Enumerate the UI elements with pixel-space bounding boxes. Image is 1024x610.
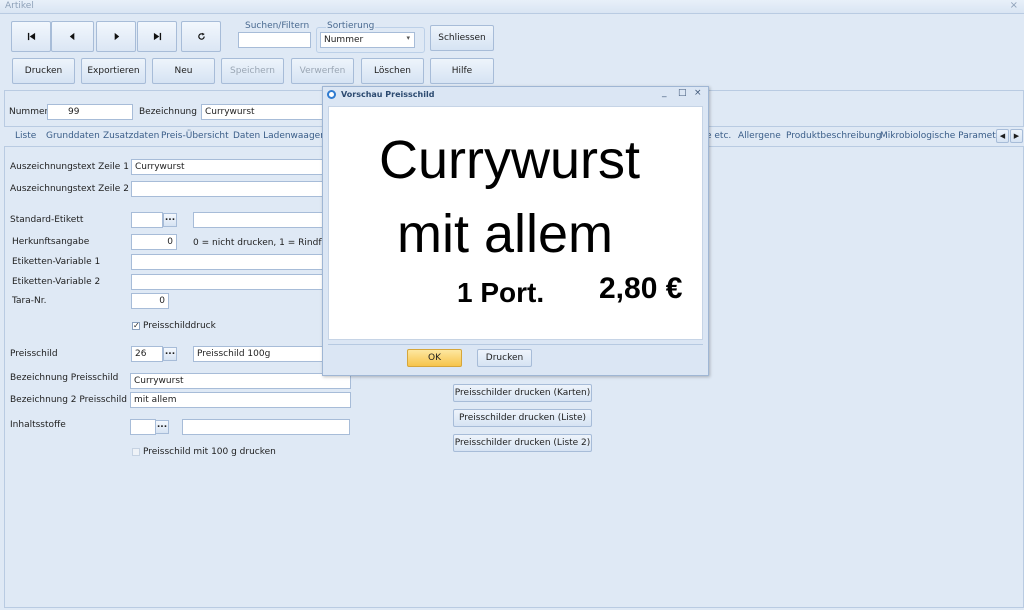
export-button[interactable]: Exportieren	[81, 58, 146, 84]
tab-zusatzdaten[interactable]: Zusatzdaten	[103, 131, 159, 141]
number-field[interactable]: 99	[47, 104, 133, 120]
line1-label: Auszeichnungstext Zeile 1	[10, 162, 129, 172]
sort-select[interactable]: Nummer ▾	[320, 32, 415, 48]
line1-field[interactable]: Currywurst	[131, 159, 326, 175]
tabs-scroll-right-button[interactable]: ▶	[1010, 129, 1023, 143]
desc2-tag-field[interactable]: mit allem	[130, 392, 351, 408]
delete-button[interactable]: Löschen	[361, 58, 424, 84]
price-tag-preview-dialog: Vorschau Preisschild _ □ × Currywurst mi…	[322, 86, 709, 376]
variable2-label: Etiketten-Variable 2	[12, 277, 101, 287]
number-field-value: 99	[68, 107, 80, 117]
variable1-field[interactable]	[131, 254, 326, 270]
window-close-icon[interactable]: ×	[1010, 0, 1018, 11]
chevron-right-icon: ▶	[1013, 132, 1020, 140]
ingredients-field[interactable]	[130, 419, 156, 435]
dialog-title: Vorschau Preisschild	[341, 90, 435, 99]
next-record-button[interactable]	[96, 21, 136, 52]
origin-label: Herkunftsangabe	[12, 237, 90, 247]
ok-button[interactable]: OK	[407, 349, 462, 367]
chevron-down-icon: ▾	[406, 34, 410, 42]
tara-field[interactable]: 0	[131, 293, 169, 309]
price-tag-print-checkbox[interactable]: ✓	[132, 322, 140, 330]
print-button[interactable]: Drucken	[12, 58, 75, 84]
desc-tag-label: Bezeichnung Preisschild	[10, 373, 119, 383]
price-tag-label: Preisschild	[10, 349, 58, 359]
price-tag-name-field[interactable]: Preisschild 100g	[193, 346, 326, 362]
refresh-icon	[197, 32, 205, 40]
help-button[interactable]: Hilfe	[430, 58, 494, 84]
prev-record-button[interactable]	[51, 21, 94, 52]
ingredients-label: Inhaltsstoffe	[10, 420, 66, 430]
search-label: Suchen/Filtern	[245, 21, 310, 31]
price-tag-browse-button[interactable]: ...	[163, 347, 177, 361]
standard-label-browse-button[interactable]: ...	[163, 213, 177, 227]
first-icon	[27, 32, 35, 41]
tab-daten-ladenwaagen[interactable]: Daten Ladenwaagen	[233, 131, 326, 141]
desc2-tag-label: Bezeichnung 2 Preisschild	[10, 395, 127, 405]
refresh-button[interactable]	[181, 21, 221, 52]
standard-label-field[interactable]	[131, 212, 163, 228]
variable2-field[interactable]	[131, 274, 326, 290]
close-button[interactable]: Schliessen	[430, 25, 494, 51]
line2-field[interactable]	[131, 181, 326, 197]
tara-label: Tara-Nr.	[12, 296, 47, 306]
origin-field[interactable]: 0	[131, 234, 177, 250]
prev-icon	[69, 32, 75, 41]
tab-produktbeschreibung[interactable]: Produktbeschreibung	[786, 131, 881, 141]
number-label: Nummer	[9, 107, 49, 117]
price-tag-preview: Currywurst mit allem 1 Port. 2,80 €	[328, 106, 703, 340]
tab-grunddaten[interactable]: Grunddaten	[46, 131, 100, 141]
first-record-button[interactable]	[11, 21, 51, 52]
ingredients-name-field[interactable]	[182, 419, 350, 435]
sort-label: Sortierung	[326, 21, 376, 31]
price-tag-print-label: Preisschilddruck	[143, 321, 216, 331]
new-button[interactable]: Neu	[152, 58, 215, 84]
preview-price: 2,80 €	[599, 272, 683, 305]
sort-select-value: Nummer	[324, 35, 364, 45]
standard-label-label: Standard-Etikett	[10, 215, 84, 225]
print-100g-checkbox[interactable]	[132, 448, 140, 456]
description-field[interactable]: Currywurst	[201, 104, 326, 120]
desc-tag-field[interactable]: Currywurst	[130, 373, 351, 389]
save-button[interactable]: Speichern	[221, 58, 284, 84]
tabs-scroll-left-button[interactable]: ◀	[996, 129, 1009, 143]
minimize-icon[interactable]: _	[662, 88, 667, 98]
line2-label: Auszeichnungstext Zeile 2	[10, 184, 129, 194]
dialog-print-button[interactable]: Drucken	[477, 349, 532, 367]
print-list-button[interactable]: Preisschilder drucken (Liste)	[453, 409, 592, 427]
dialog-close-icon[interactable]: ×	[694, 88, 702, 98]
app-icon	[327, 90, 336, 99]
preview-line2: mit allem	[397, 204, 614, 264]
variable1-label: Etiketten-Variable 1	[12, 257, 101, 267]
print-cards-button[interactable]: Preisschilder drucken (Karten)	[453, 384, 592, 402]
preview-portion: 1 Port.	[457, 277, 545, 308]
search-input[interactable]	[238, 32, 311, 48]
discard-button[interactable]: Verwerfen	[291, 58, 354, 84]
tab-liste[interactable]: Liste	[15, 131, 36, 141]
last-icon	[153, 32, 161, 41]
chevron-left-icon: ◀	[999, 132, 1006, 140]
tab-partial-etc[interactable]: e etc.	[706, 131, 731, 141]
price-tag-field[interactable]: 26	[131, 346, 163, 362]
last-record-button[interactable]	[137, 21, 177, 52]
window-title: Artikel	[5, 1, 34, 11]
next-icon	[114, 32, 119, 41]
window-titlebar: Artikel ×	[0, 0, 1024, 14]
tab-mikrobiologische-parameter[interactable]: Mikrobiologische Parameter	[880, 131, 1005, 141]
dialog-separator	[328, 344, 703, 345]
ingredients-browse-button[interactable]: ...	[155, 420, 169, 434]
preview-line1: Currywurst	[379, 130, 641, 190]
print-100g-label: Preisschild mit 100 g drucken	[143, 447, 276, 457]
tab-allergene[interactable]: Allergene	[738, 131, 781, 141]
maximize-icon[interactable]: □	[678, 88, 687, 98]
standard-label-name-field[interactable]	[193, 212, 326, 228]
print-list2-button[interactable]: Preisschilder drucken (Liste 2)	[453, 434, 592, 452]
origin-hint: 0 = nicht drucken, 1 = Rindflei	[193, 238, 333, 248]
description-label: Bezeichnung	[139, 107, 197, 117]
tab-preis-uebersicht[interactable]: Preis-Übersicht	[161, 131, 229, 141]
